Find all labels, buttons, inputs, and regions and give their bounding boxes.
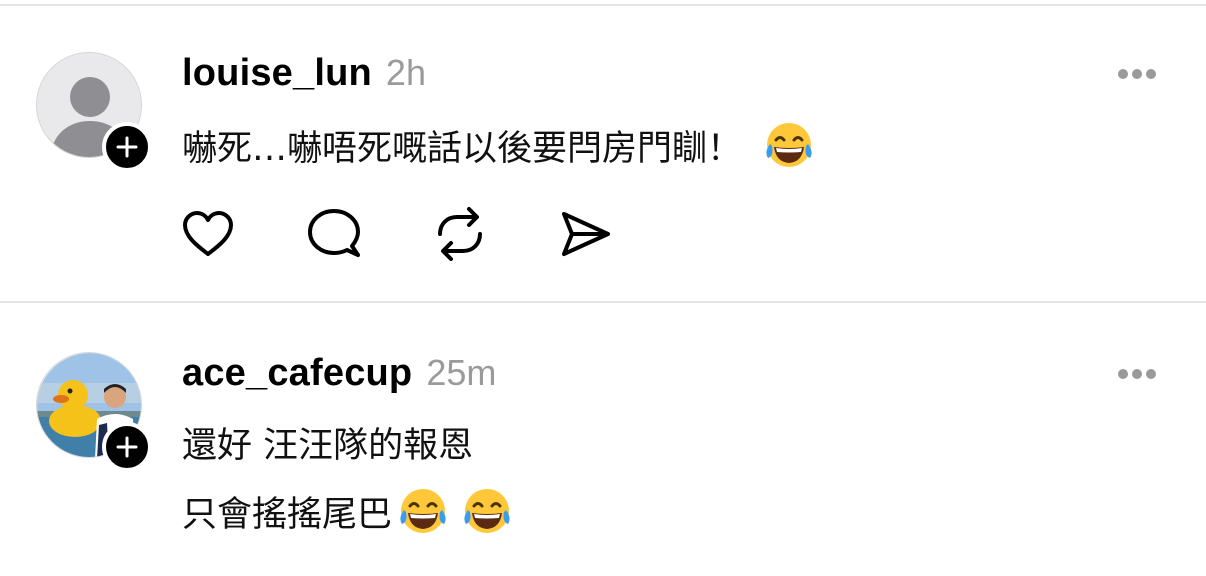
post-divider [0,301,1206,303]
action-bar [180,206,620,266]
plus-icon [116,436,138,458]
comment-button[interactable] [306,206,362,262]
top-divider [0,4,1206,6]
repost-icon [438,207,482,261]
repost-button[interactable] [432,206,488,262]
tears-of-joy-emoji [762,118,816,172]
post-text: 只會搖搖尾巴 [182,482,514,540]
post-text: 嚇死…嚇唔死嘅話以後要閂房門瞓！ [182,116,816,174]
avatar-container[interactable] [36,352,152,472]
username[interactable]: louise_lun [182,52,372,95]
post-time: 2h [385,52,426,93]
comment-icon [308,209,360,257]
share-button[interactable] [558,206,614,262]
post-text-line: 嚇死…嚇唔死嘅話以後要閂房門瞓！ [182,128,743,169]
post-text-line: 只會搖搖尾巴 [182,494,393,535]
post-header: ace_cafecup 25m [182,352,496,395]
post-text-line: 還好 汪汪隊的報恩 [182,425,474,466]
tears-of-joy-emoji [396,484,450,538]
like-button[interactable] [180,206,236,262]
plus-icon [116,136,138,158]
post-text: 還好 汪汪隊的報恩 [182,414,473,470]
username[interactable]: ace_cafecup [182,352,412,395]
post-time: 25m [426,352,497,393]
heart-icon [183,211,233,256]
post-header: louise_lun 2h [182,52,426,95]
share-icon [562,212,610,256]
follow-button[interactable] [102,422,152,472]
more-options-button[interactable] [1112,62,1162,86]
avatar-container[interactable] [36,52,152,172]
follow-button[interactable] [102,122,152,172]
more-options-button[interactable] [1112,362,1162,386]
tears-of-joy-emoji [460,484,514,538]
